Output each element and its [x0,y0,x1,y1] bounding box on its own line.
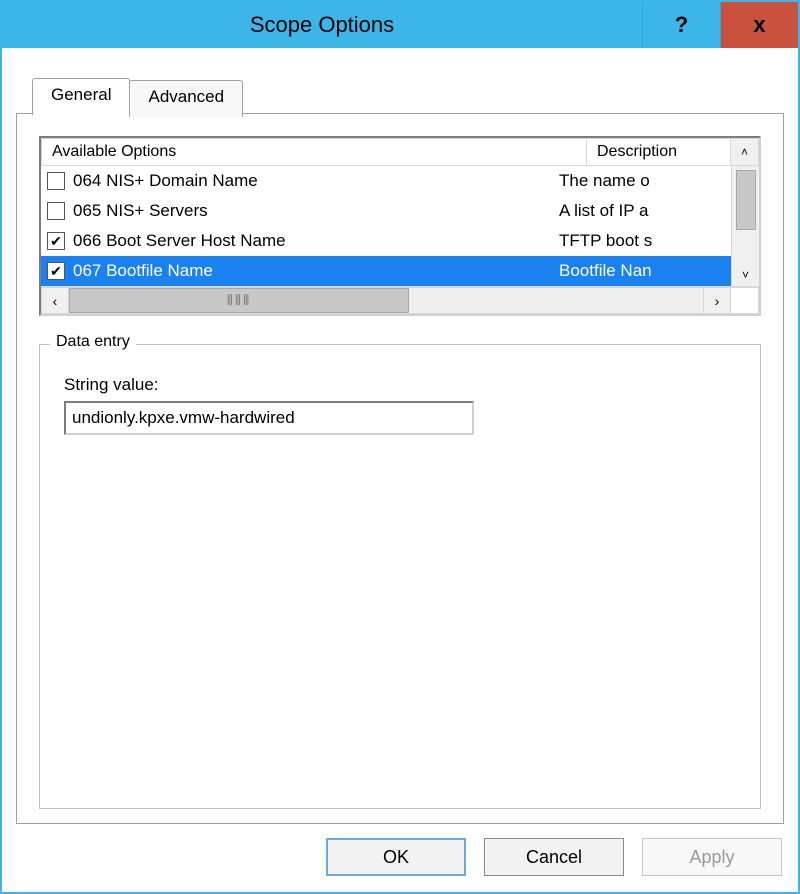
scroll-left-button[interactable]: ‹ [41,287,69,314]
chevron-left-icon: ‹ [53,293,58,309]
window-title: Scope Options [2,2,642,48]
grip-icon: ⦀⦀⦀ [227,292,251,309]
option-label: 067 Bootfile Name [73,261,559,281]
titlebar: Scope Options ? x [2,2,798,48]
cancel-button[interactable]: Cancel [484,838,624,876]
available-options-list[interactable]: Available Options Description ˄ 064 NIS+… [39,136,761,316]
checkbox[interactable]: ✔ [47,232,65,250]
option-label: 066 Boot Server Host Name [73,231,559,251]
option-label: 064 NIS+ Domain Name [73,171,559,191]
option-row[interactable]: ✔ 067 Bootfile Name Bootfile Nan [41,256,731,286]
list-body: 064 NIS+ Domain Name The name o 065 NIS+… [41,166,759,286]
option-row[interactable]: 065 NIS+ Servers A list of IP a [41,196,731,226]
check-icon: ✔ [50,263,62,280]
tab-general[interactable]: General [32,78,130,115]
checkbox[interactable]: ✔ [47,262,65,280]
chevron-right-icon: › [715,293,720,309]
apply-button[interactable]: Apply [642,838,782,876]
scrollbar-corner [731,287,759,314]
option-description: Bootfile Nan [559,261,731,281]
client-area: General Advanced Available Options Descr… [2,48,798,892]
string-value-input[interactable] [64,401,474,435]
string-value-label: String value: [64,375,742,395]
scroll-down-button[interactable]: ˅ [742,268,749,286]
tabpanel-general: Available Options Description ˄ 064 NIS+… [16,113,784,824]
scope-options-window: Scope Options ? x General Advanced Avail… [0,0,800,894]
tab-advanced[interactable]: Advanced [129,80,243,117]
chevron-up-icon: ˄ [741,145,748,159]
hscroll-thumb[interactable]: ⦀⦀⦀ [69,288,409,313]
list-rows: 064 NIS+ Domain Name The name o 065 NIS+… [41,166,731,286]
horizontal-scrollbar[interactable]: ‹ ⦀⦀⦀ › [41,286,759,314]
option-row[interactable]: ✔ 066 Boot Server Host Name TFTP boot s [41,226,731,256]
ok-button[interactable]: OK [326,838,466,876]
tabstrip: General Advanced [32,76,784,113]
checkbox[interactable] [47,202,65,220]
checkbox[interactable] [47,172,65,190]
option-label: 065 NIS+ Servers [73,201,559,221]
check-icon: ✔ [50,233,62,250]
close-button[interactable]: x [720,2,798,48]
scrollbar-thumb[interactable] [736,170,756,230]
chevron-down-icon: ˅ [742,268,749,282]
option-description: The name o [559,171,731,191]
hscroll-track[interactable]: ⦀⦀⦀ [69,287,703,314]
column-available-options[interactable]: Available Options [41,138,587,166]
dialog-buttons: OK Cancel Apply [16,824,784,878]
option-description: A list of IP a [559,201,731,221]
titlebar-buttons: ? x [642,2,798,48]
help-button[interactable]: ? [642,2,720,48]
data-entry-group: Data entry String value: [39,344,761,809]
group-title: Data entry [50,333,136,351]
option-row[interactable]: 064 NIS+ Domain Name The name o [41,166,731,196]
scroll-up-button[interactable]: ˄ [731,138,759,166]
vertical-scrollbar[interactable]: ˅ [731,166,759,286]
column-description[interactable]: Description [587,138,731,166]
option-description: TFTP boot s [559,231,731,251]
scroll-right-button[interactable]: › [703,287,731,314]
list-header: Available Options Description ˄ [41,138,759,166]
